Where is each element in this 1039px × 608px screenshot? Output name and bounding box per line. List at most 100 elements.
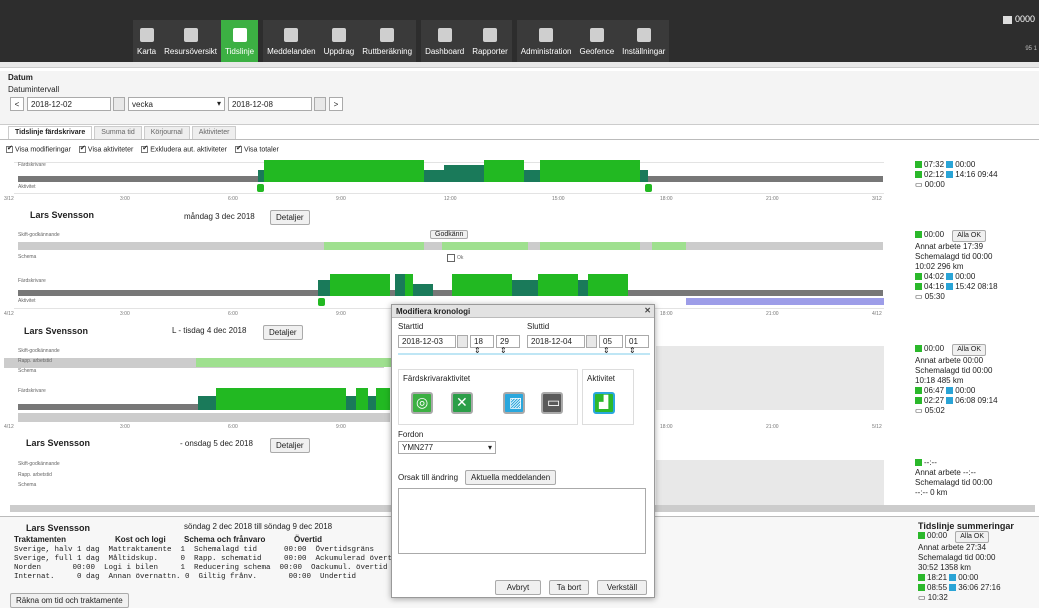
all-ok-button[interactable]: Alla OK bbox=[952, 344, 986, 356]
tachograph-activity-group: Färdskrivaraktivitet ◎ ✕ ▨ ▭ bbox=[398, 369, 578, 425]
start-hour-input[interactable]: 18 ⇕ bbox=[470, 335, 494, 355]
nav-item-rapporter[interactable]: Rapporter bbox=[468, 20, 512, 62]
map-icon bbox=[139, 28, 154, 42]
account-icon bbox=[1002, 15, 1012, 24]
report-segment bbox=[324, 242, 424, 250]
availability-icon: ▨ bbox=[509, 394, 523, 410]
next-button[interactable]: > bbox=[329, 97, 343, 111]
view-tabs: Tidslinje färdskrivare Summa tid Körjour… bbox=[0, 126, 1039, 140]
nav-item-dashboard[interactable]: Dashboard bbox=[421, 20, 468, 62]
nav-item-meddelanden[interactable]: Meddelanden bbox=[263, 20, 319, 62]
vehicle-select[interactable]: YMN277 ▾ bbox=[398, 441, 496, 454]
driver-name: Lars Svensson bbox=[24, 326, 89, 336]
driving-activity-button[interactable]: ◎ bbox=[411, 392, 433, 414]
nav-item-tidslinje[interactable]: Tidslinje bbox=[221, 20, 259, 62]
rest-icon bbox=[946, 397, 954, 405]
rest-icon: ▭ bbox=[918, 593, 926, 602]
nav-item-geofence[interactable]: Geofence bbox=[575, 20, 618, 62]
end-date-input[interactable]: 2018-12-08 bbox=[228, 97, 312, 111]
chevron-down-icon: ▾ bbox=[487, 443, 492, 452]
resource-icon bbox=[183, 28, 198, 42]
option-visa-modifieringar[interactable]: Visa modifieringar bbox=[6, 144, 71, 158]
option-visa-aktiviteter[interactable]: Visa aktiviteter bbox=[78, 144, 133, 158]
day2-summary: 00:00 Alla OK Annat arbete 00:00 Schemal… bbox=[915, 344, 998, 415]
end-minute-input[interactable]: 01 ⇕ bbox=[625, 335, 649, 355]
option-exkludera[interactable]: Exkludera aut. aktiviteter bbox=[141, 144, 227, 158]
details-button[interactable]: Detaljer bbox=[263, 325, 303, 340]
dialog-title-bar: Modifiera kronologi ✕ bbox=[392, 305, 654, 318]
totals-panel: Tidslinje summeringar 00:00 Alla OK Anna… bbox=[918, 521, 1014, 602]
rest-icon bbox=[949, 584, 957, 592]
day0-summary: 07:32 00:00 02:12 14:16 09:44 ▭ 00:00 bbox=[915, 160, 998, 189]
details-button[interactable]: Detaljer bbox=[270, 210, 310, 225]
nav-item-uppdrag[interactable]: Uppdrag bbox=[320, 20, 359, 62]
start-minute-input[interactable]: 29 ⇕ bbox=[496, 335, 520, 355]
prev-button[interactable]: < bbox=[10, 97, 24, 111]
calendar-icon[interactable] bbox=[314, 97, 326, 111]
nav-item-administration[interactable]: Administration bbox=[517, 20, 576, 62]
delete-button[interactable]: Ta bort bbox=[549, 580, 589, 595]
calendar-icon[interactable] bbox=[586, 335, 597, 348]
nav-group-main: Karta Resursöversikt Tidslinje Meddeland… bbox=[133, 20, 674, 62]
apply-button[interactable]: Verkställ bbox=[597, 580, 647, 595]
drive-segment bbox=[264, 160, 424, 182]
activity-marker[interactable] bbox=[257, 184, 264, 192]
nav-item-installningar[interactable]: Inställningar bbox=[618, 20, 669, 62]
account-menu[interactable]: 0000 bbox=[1002, 14, 1035, 24]
recalculate-button[interactable]: Räkna om tid och traktamente bbox=[10, 593, 129, 608]
rest-icon: ▭ bbox=[915, 180, 923, 189]
reason-textarea[interactable] bbox=[398, 488, 646, 554]
clock-icon bbox=[232, 28, 247, 42]
close-icon[interactable]: ✕ bbox=[644, 306, 651, 315]
work-icon bbox=[946, 387, 954, 395]
approve-button[interactable]: Godkänn bbox=[430, 230, 469, 239]
work-activity-button[interactable]: ✕ bbox=[451, 392, 473, 414]
driver-name: Lars Svensson bbox=[26, 438, 91, 448]
tab-aktiviteter[interactable]: Aktiviteter bbox=[191, 126, 237, 139]
start-date-input[interactable]: 2018-12-03 bbox=[398, 335, 456, 348]
status-icon bbox=[918, 532, 925, 540]
day3-summary: --:-- Annat arbete --:-- Schemalagd tid … bbox=[915, 458, 993, 497]
details-button[interactable]: Detaljer bbox=[270, 438, 310, 453]
option-visa-totaler[interactable]: Visa totaler bbox=[234, 144, 279, 158]
current-messages-button[interactable]: Aktuella meddelanden bbox=[465, 470, 557, 485]
tab-korjournal[interactable]: Körjournal bbox=[143, 126, 190, 139]
route-icon bbox=[380, 28, 395, 42]
end-date-input[interactable]: 2018-12-04 bbox=[527, 335, 585, 348]
tools-icon: ✕ bbox=[456, 394, 468, 410]
task-icon bbox=[331, 28, 346, 42]
period-select[interactable]: vecka ▾ bbox=[128, 97, 225, 111]
calendar-icon[interactable] bbox=[113, 97, 125, 111]
start-date-input[interactable]: 2018-12-02 bbox=[27, 97, 111, 111]
rest-icon: ▭ bbox=[915, 292, 923, 301]
drive-icon bbox=[918, 574, 925, 582]
nav-item-karta[interactable]: Karta bbox=[133, 20, 160, 62]
nav-item-resursoversikt[interactable]: Resursöversikt bbox=[160, 20, 221, 62]
settings-icon bbox=[636, 28, 651, 42]
day-label: L - tisdag 4 dec 2018 bbox=[172, 326, 247, 335]
ok-checkbox[interactable] bbox=[447, 254, 455, 262]
activity-marker[interactable] bbox=[645, 184, 652, 192]
end-hour-input[interactable]: 05 ⇕ bbox=[599, 335, 623, 355]
geofence-icon bbox=[589, 28, 604, 42]
drive-icon bbox=[915, 273, 922, 281]
rest-icon bbox=[946, 283, 954, 291]
message-icon bbox=[284, 28, 299, 42]
nav-item-ruttberakning[interactable]: Ruttberäkning bbox=[358, 20, 416, 62]
activity-select-button[interactable]: ▟ bbox=[593, 392, 615, 414]
all-ok-button[interactable]: Alla OK bbox=[952, 230, 986, 242]
cancel-button[interactable]: Avbryt bbox=[495, 580, 541, 595]
calendar-icon[interactable] bbox=[457, 335, 468, 348]
all-ok-button[interactable]: Alla OK bbox=[955, 531, 989, 543]
rest-activity-button[interactable]: ▭ bbox=[541, 392, 563, 414]
work-icon bbox=[918, 584, 925, 592]
activity-marker[interactable] bbox=[318, 298, 325, 306]
available-activity-button[interactable]: ▨ bbox=[503, 392, 525, 414]
tab-tidslinje[interactable]: Tidslinje färdskrivare bbox=[8, 126, 93, 139]
modify-chronology-dialog: Modifiera kronologi ✕ Starttid Sluttid 2… bbox=[391, 304, 655, 598]
drive-icon bbox=[915, 161, 922, 169]
activity-segment bbox=[686, 298, 884, 305]
truck-icon: ▟ bbox=[599, 395, 609, 409]
tab-summa-tid[interactable]: Summa tid bbox=[94, 126, 142, 139]
work-icon bbox=[915, 397, 922, 405]
